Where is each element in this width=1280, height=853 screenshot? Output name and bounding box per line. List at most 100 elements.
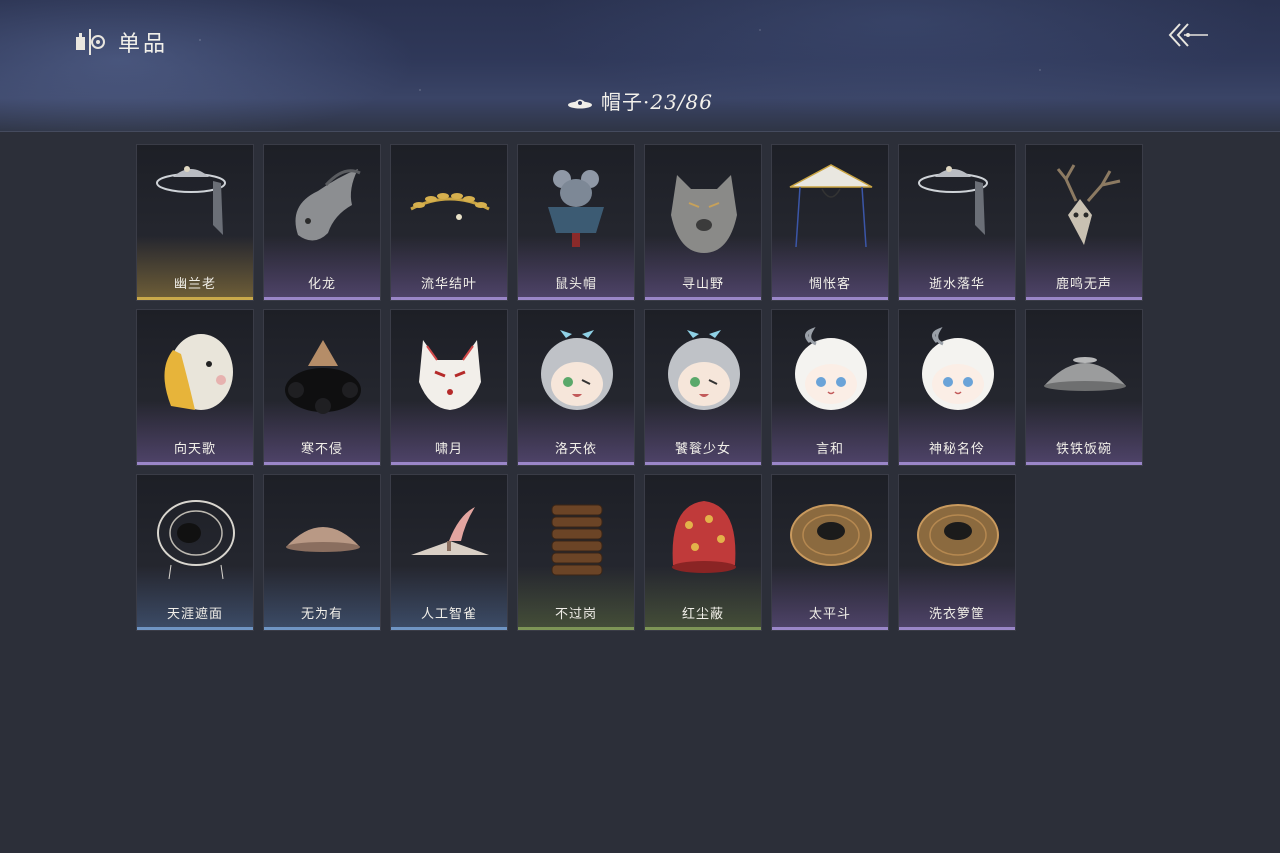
item-card[interactable]: 铁铁饭碗 <box>1025 309 1143 466</box>
item-card[interactable]: 向天歌 <box>136 309 254 466</box>
item-card[interactable]: 洛天依 <box>517 309 635 466</box>
rarity-bar <box>137 627 253 630</box>
page-title: 单品 <box>118 32 169 57</box>
golden-laurel-icon <box>405 155 495 255</box>
item-name: 太平斗 <box>808 607 851 622</box>
item-card[interactable]: 饕餮少女 <box>644 309 762 466</box>
item-name: 饕餮少女 <box>674 442 731 457</box>
item-name: 洗衣箩筐 <box>928 607 985 622</box>
metal-bowl-icon <box>1040 320 1130 420</box>
item-name: 向天歌 <box>173 442 216 457</box>
item-name: 天涯遮面 <box>166 607 223 622</box>
rarity-bar <box>645 462 761 465</box>
rarity-bar <box>137 297 253 300</box>
hat-icon <box>567 94 593 108</box>
item-card[interactable]: 啸月 <box>390 309 508 466</box>
wire-hat-icon <box>151 485 241 585</box>
rarity-bar <box>391 297 507 300</box>
rarity-bar <box>518 297 634 300</box>
rarity-bar <box>899 462 1015 465</box>
rarity-bar <box>518 462 634 465</box>
item-card[interactable]: 惆怅客 <box>771 144 889 301</box>
item-name: 寻山野 <box>681 277 724 292</box>
item-card[interactable]: 无为有 <box>263 474 381 631</box>
bird-hat-icon <box>405 485 495 585</box>
item-name: 寒不侵 <box>300 442 343 457</box>
goose-head-icon <box>151 320 241 420</box>
rarity-bar <box>772 627 888 630</box>
rarity-bar <box>391 462 507 465</box>
item-card[interactable]: 红尘蔽 <box>644 474 762 631</box>
title-group: 单品 <box>74 26 168 58</box>
item-name: 神秘名伶 <box>928 442 985 457</box>
item-name: 铁铁饭碗 <box>1055 442 1112 457</box>
item-name: 鼠头帽 <box>554 277 597 292</box>
item-card[interactable]: 鼠头帽 <box>517 144 635 301</box>
chibi-head-white-icon <box>786 320 876 420</box>
wolf-hood-icon <box>659 155 749 255</box>
rarity-bar <box>772 297 888 300</box>
item-name: 啸月 <box>434 442 463 457</box>
stacked-bowls-icon <box>532 485 622 585</box>
woven-basket-icon <box>786 485 876 585</box>
item-name: 幽兰老 <box>173 277 216 292</box>
rarity-bar <box>137 462 253 465</box>
item-name: 无为有 <box>300 607 343 622</box>
back-button[interactable] <box>1166 18 1212 52</box>
rarity-bar <box>772 462 888 465</box>
item-card[interactable]: 不过岗 <box>517 474 635 631</box>
wide-brim-hat-icon <box>786 155 876 255</box>
item-card[interactable]: 太平斗 <box>771 474 889 631</box>
item-card[interactable]: 天涯遮面 <box>136 474 254 631</box>
item-name: 化龙 <box>307 277 336 292</box>
mouse-hat-icon <box>532 155 622 255</box>
item-card[interactable]: 幽兰老 <box>136 144 254 301</box>
item-card[interactable]: 鹿鸣无声 <box>1025 144 1143 301</box>
rarity-bar <box>264 627 380 630</box>
woven-basket-icon <box>913 485 1003 585</box>
item-card[interactable]: 寒不侵 <box>263 309 381 466</box>
fox-mask-icon <box>405 320 495 420</box>
item-card[interactable]: 洗衣箩筐 <box>898 474 1016 631</box>
bamboo-hat-veil-icon <box>913 155 1003 255</box>
rarity-bar <box>645 627 761 630</box>
back-arrow-icon <box>1168 23 1208 47</box>
item-grid: 幽兰老 化龙 流华结叶 鼠头帽 寻山野 惆怅客 逝水落华 鹿鸣无声向天歌 寒不侵 啸月 洛天依 饕餮少… <box>136 144 1143 631</box>
deer-skull-icon <box>1040 155 1130 255</box>
item-name: 惆怅客 <box>808 277 851 292</box>
chibi-head-grey-icon <box>659 320 749 420</box>
dragon-head-icon <box>278 155 368 255</box>
rarity-bar <box>391 627 507 630</box>
category-title: 帽子·23/86 <box>601 86 713 115</box>
rarity-bar <box>645 297 761 300</box>
item-name: 鹿鸣无声 <box>1055 277 1112 292</box>
wardrobe-icon <box>74 27 106 57</box>
item-name: 逝水落华 <box>928 277 985 292</box>
item-name: 人工智雀 <box>420 607 477 622</box>
item-name: 洛天依 <box>554 442 597 457</box>
category-header: 帽子·23/86 <box>0 86 1280 115</box>
item-name: 流华结叶 <box>420 277 477 292</box>
rarity-bar <box>518 627 634 630</box>
red-cloth-icon <box>659 485 749 585</box>
item-name: 不过岗 <box>554 607 597 622</box>
item-card[interactable]: 神秘名伶 <box>898 309 1016 466</box>
category-count: 23/86 <box>650 90 713 114</box>
item-name: 红尘蔽 <box>681 607 724 622</box>
item-card[interactable]: 寻山野 <box>644 144 762 301</box>
rarity-bar <box>264 297 380 300</box>
item-card[interactable]: 化龙 <box>263 144 381 301</box>
rarity-bar <box>899 627 1015 630</box>
item-card[interactable]: 言和 <box>771 309 889 466</box>
item-name: 言和 <box>815 442 844 457</box>
item-card[interactable]: 人工智雀 <box>390 474 508 631</box>
item-card[interactable]: 流华结叶 <box>390 144 508 301</box>
rarity-bar <box>899 297 1015 300</box>
clay-bowl-icon <box>278 485 368 585</box>
header: 单品 帽子·23/86 <box>0 0 1280 132</box>
rarity-bar <box>1026 297 1142 300</box>
chibi-head-white-icon <box>913 320 1003 420</box>
item-card[interactable]: 逝水落华 <box>898 144 1016 301</box>
fur-hat-icon <box>278 320 368 420</box>
category-label: 帽子· <box>601 90 651 114</box>
